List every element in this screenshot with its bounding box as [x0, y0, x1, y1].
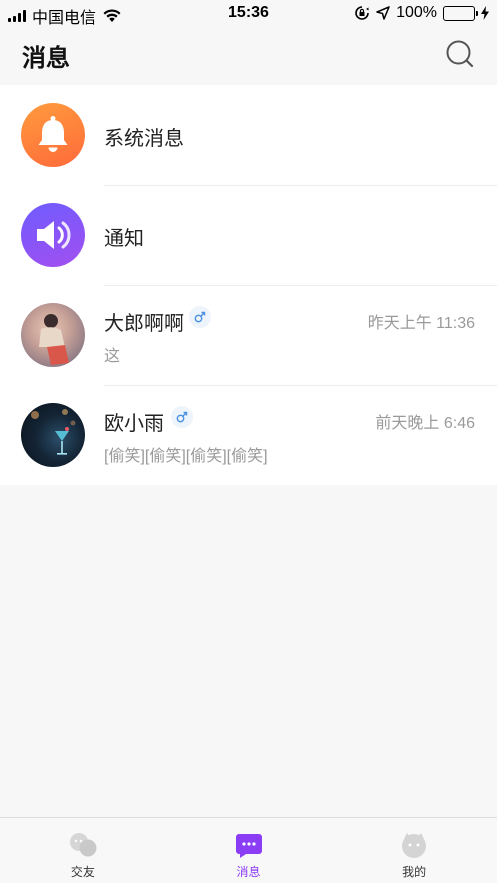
speaker-icon: [21, 203, 85, 267]
tab-bar: 交友 消息 我的: [0, 817, 497, 883]
tab-profile[interactable]: 我的: [331, 818, 497, 883]
tab-friends[interactable]: 交友: [0, 818, 166, 883]
battery-icon: [443, 5, 478, 21]
contact-name: 欧小雨: [104, 413, 164, 435]
message-time: 前天晚上 6:46: [375, 415, 475, 432]
message-icon: [235, 834, 262, 858]
location-icon: [376, 6, 390, 20]
status-bar: 中国电信 15:36 100%: [0, 0, 497, 28]
message-preview: [偷笑][偷笑][偷笑][偷笑]: [104, 448, 268, 465]
bell-icon: [21, 103, 85, 167]
male-icon: [189, 306, 211, 328]
male-icon: [171, 406, 193, 428]
avatar[interactable]: [21, 303, 85, 367]
profile-face-icon: [402, 833, 427, 858]
contact-name: 大郎啊啊: [104, 313, 184, 335]
header: 消息: [0, 28, 497, 84]
list-item-chat[interactable]: 大郎啊啊 昨天上午 11:36 这: [0, 285, 497, 385]
tab-label: 我的: [402, 865, 427, 879]
message-list: 系统消息 通知 大郎啊啊 昨天上午 11:36 这 欧小雨 前天晚上 6:46 …: [0, 85, 497, 485]
chat-bubbles-icon: [69, 833, 97, 857]
battery-percent: 100%: [396, 4, 437, 21]
list-item-title: 通知: [104, 228, 144, 250]
status-right: 100%: [354, 4, 489, 22]
search-icon[interactable]: [445, 39, 475, 69]
charging-icon: [481, 6, 489, 20]
list-item-notifications[interactable]: 通知: [0, 185, 497, 285]
message-preview: 这: [104, 348, 121, 365]
avatar[interactable]: [21, 403, 85, 467]
message-time: 昨天上午 11:36: [367, 315, 475, 332]
list-item-chat[interactable]: 欧小雨 前天晚上 6:46 [偷笑][偷笑][偷笑][偷笑]: [0, 385, 497, 485]
page-title: 消息: [22, 45, 70, 72]
tab-label: 交友: [70, 865, 95, 879]
list-item-title: 系统消息: [104, 128, 184, 150]
orientation-lock-icon: [355, 6, 369, 20]
list-item-system-messages[interactable]: 系统消息: [0, 85, 497, 185]
tab-label: 消息: [236, 865, 261, 879]
tab-messages[interactable]: 消息: [166, 818, 332, 883]
